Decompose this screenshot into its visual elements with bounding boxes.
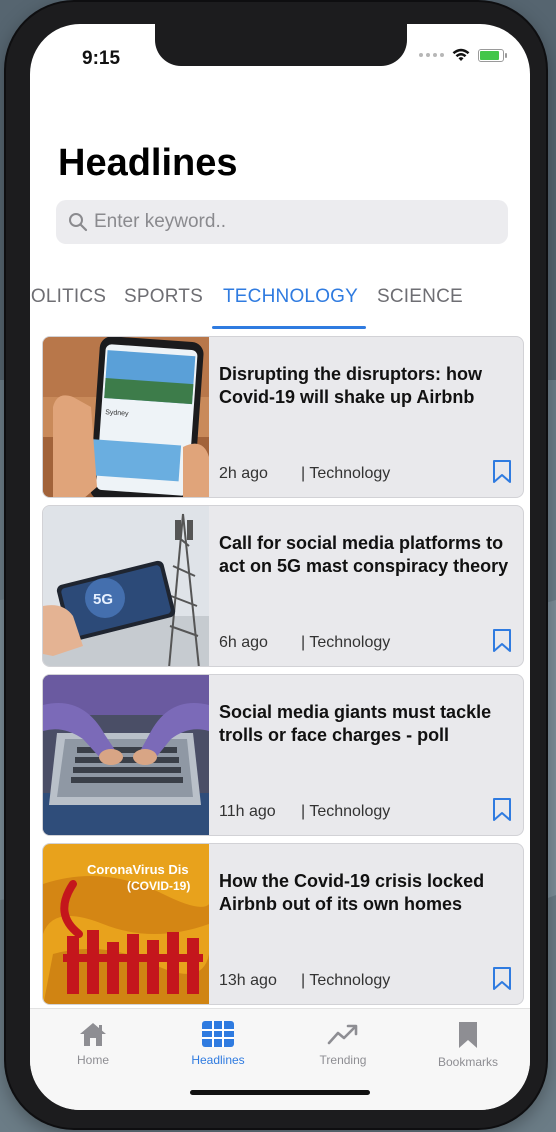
grid-icon bbox=[202, 1021, 234, 1047]
article-time: 2h ago bbox=[219, 465, 268, 482]
article-category: | Technology bbox=[301, 972, 391, 989]
article-title: Call for social media platforms to act o… bbox=[219, 533, 509, 576]
thumbnail-covid-label: (COVID-19) bbox=[127, 879, 190, 893]
article-thumbnail: 5G bbox=[43, 506, 209, 666]
article-title: How the Covid-19 crisis locked Airbnb ou… bbox=[219, 871, 485, 914]
thumbnail-5g-label: 5G bbox=[93, 591, 113, 608]
article-card[interactable]: Sydney Disrupting the disruptors: how Co… bbox=[42, 336, 524, 498]
tab-science[interactable]: SCIENCE bbox=[377, 286, 463, 308]
article-card[interactable]: 5G Call for social media platforms to ac… bbox=[42, 505, 524, 667]
article-card[interactable]: CoronaVirus Dis (COVID-19) How the Covid… bbox=[42, 843, 524, 1005]
tabbar-bookmarks-label: Bookmarks bbox=[437, 1055, 499, 1069]
tabbar-home-label: Home bbox=[76, 1053, 109, 1067]
tabbar-trending-label: Trending bbox=[319, 1053, 367, 1067]
article-time: 11h ago bbox=[219, 803, 276, 820]
page-title: Headlines bbox=[58, 142, 238, 184]
article-time: 6h ago bbox=[219, 634, 268, 651]
battery-icon bbox=[478, 48, 507, 62]
status-indicators bbox=[419, 48, 507, 62]
tabbar-headlines-label: Headlines bbox=[191, 1053, 245, 1067]
article-thumbnail bbox=[43, 675, 209, 835]
article-meta: 13h ago | Technology bbox=[219, 972, 390, 990]
article-time: 13h ago bbox=[219, 972, 277, 989]
category-tabs: POLITICS SPORTS TECHNOLOGY SCIENCE bbox=[30, 280, 530, 330]
bookmark-icon[interactable] bbox=[491, 797, 513, 823]
status-time: 9:15 bbox=[82, 48, 121, 69]
device-notch bbox=[155, 24, 407, 66]
article-category: | Technology bbox=[301, 634, 391, 651]
search-icon bbox=[69, 213, 88, 232]
home-indicator bbox=[190, 1090, 370, 1095]
tab-politics[interactable]: POLITICS bbox=[30, 286, 106, 308]
article-title: Disrupting the disruptors: how Covid-19 … bbox=[219, 364, 482, 407]
tabbar-trending[interactable]: Trending bbox=[288, 1021, 398, 1067]
article-meta: 11h ago | Technology bbox=[219, 803, 390, 821]
article-title: Social media giants must tackle trolls o… bbox=[219, 702, 492, 745]
tab-technology[interactable]: TECHNOLOGY bbox=[223, 286, 358, 308]
article-card[interactable]: Social media giants must tackle trolls o… bbox=[42, 674, 524, 836]
tab-sports[interactable]: SPORTS bbox=[124, 286, 203, 308]
bookmark-icon[interactable] bbox=[491, 459, 513, 485]
bookmark-icon[interactable] bbox=[491, 628, 513, 654]
trending-icon bbox=[327, 1024, 358, 1045]
wifi-icon bbox=[452, 48, 470, 61]
tabbar-home[interactable]: Home bbox=[38, 1021, 148, 1067]
article-meta: 2h ago | Technology bbox=[219, 465, 390, 483]
home-icon bbox=[80, 1023, 106, 1046]
phone-frame: 9:15 Headlines POLITI bbox=[6, 2, 546, 1128]
article-meta: 6h ago | Technology bbox=[219, 634, 390, 652]
tabbar-headlines[interactable]: Headlines bbox=[163, 1021, 273, 1067]
bookmark-icon bbox=[459, 1022, 477, 1048]
article-category: | Technology bbox=[301, 803, 391, 820]
tabbar-bookmarks[interactable]: Bookmarks bbox=[413, 1021, 523, 1069]
cellular-signal-icon bbox=[419, 53, 444, 57]
active-tab-indicator bbox=[212, 326, 366, 329]
article-category: | Technology bbox=[301, 465, 391, 482]
battery-level bbox=[480, 50, 499, 60]
article-thumbnail: CoronaVirus Dis (COVID-19) bbox=[43, 844, 209, 1004]
thumbnail-corona-label: CoronaVirus Dis bbox=[87, 862, 189, 877]
bookmark-icon[interactable] bbox=[491, 966, 513, 992]
app-screen: 9:15 Headlines POLITI bbox=[30, 24, 530, 1110]
article-thumbnail: Sydney bbox=[43, 337, 209, 497]
search-input[interactable] bbox=[94, 211, 494, 233]
search-bar[interactable] bbox=[56, 200, 508, 244]
